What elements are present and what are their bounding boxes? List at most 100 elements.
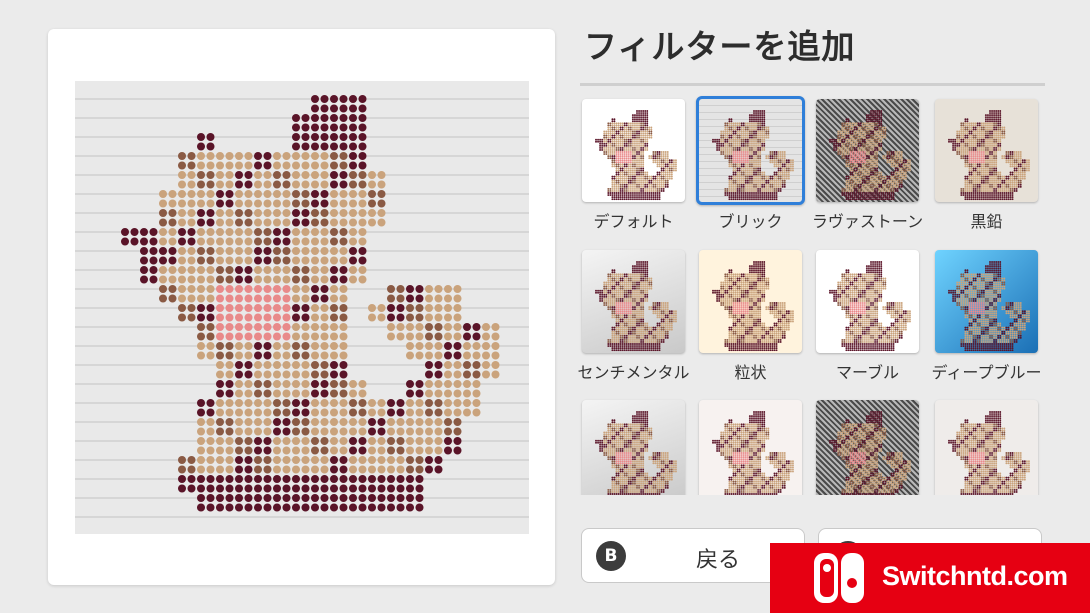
paw-dot xyxy=(759,144,762,147)
paw-dot xyxy=(880,196,883,199)
paw-dot xyxy=(892,198,895,201)
paw-dot xyxy=(634,142,636,145)
paw-dot xyxy=(839,149,842,151)
paw-dot xyxy=(718,144,721,147)
paw-dot xyxy=(872,187,874,190)
paw-dot xyxy=(748,177,751,180)
paw-dot xyxy=(263,199,272,208)
paw-dot xyxy=(997,116,1000,119)
paw-dot xyxy=(742,155,745,158)
paw-dot xyxy=(890,157,893,160)
filter-option-default[interactable]: デフォルト xyxy=(576,93,691,238)
paw-dot xyxy=(724,149,727,151)
paw-dot xyxy=(779,155,782,158)
paw-dot xyxy=(730,146,733,149)
paw-dot xyxy=(845,140,848,143)
paw-dot xyxy=(740,177,743,180)
paw-dot xyxy=(964,175,967,178)
paw-dot xyxy=(650,126,653,129)
paw-dot xyxy=(282,437,291,445)
paw-dot xyxy=(732,167,735,170)
paw-dot xyxy=(849,124,852,127)
paw-dot xyxy=(206,484,215,493)
paw-dot xyxy=(273,256,281,265)
paw-dot xyxy=(962,151,965,153)
paw-dot xyxy=(627,153,630,155)
paw-dot xyxy=(888,175,891,178)
paw-dot xyxy=(244,465,253,474)
paw-dot xyxy=(753,130,755,133)
paw-dot xyxy=(724,194,727,196)
paw-dot xyxy=(349,465,357,474)
paw-dot xyxy=(849,151,852,153)
paw-dot xyxy=(863,122,866,125)
paw-dot xyxy=(902,161,905,164)
paw-dot xyxy=(168,285,177,293)
paw-dot xyxy=(668,175,671,178)
paw-dot xyxy=(968,124,971,127)
paw-dot xyxy=(736,163,739,166)
paw-dot xyxy=(859,183,862,186)
paw-dot xyxy=(987,114,989,117)
filter-grid[interactable]: デフォルト ブリック ラヴァストーン 黒鉛 センチメンタル 粒状 マーブル ディープブルー xyxy=(576,93,1050,495)
paw-dot xyxy=(617,167,620,170)
filter-option-lava[interactable]: ラヴァストーン xyxy=(810,93,925,238)
paw-dot xyxy=(621,171,624,174)
paw-dot xyxy=(753,173,755,176)
paw-dot xyxy=(629,163,632,166)
paw-dot xyxy=(652,155,655,158)
paw-dot xyxy=(995,114,998,117)
paw-dot xyxy=(960,126,963,129)
paw-dot xyxy=(330,484,338,493)
paw-dot xyxy=(634,151,636,153)
paw-dot xyxy=(874,120,877,123)
filter-option-brick[interactable]: ブリック xyxy=(693,93,808,238)
paw-dot xyxy=(263,408,272,417)
paw-dot xyxy=(642,136,645,139)
paw-dot xyxy=(434,418,443,426)
paw-dot xyxy=(759,116,762,119)
paw-dot xyxy=(619,163,622,166)
paw-dot xyxy=(841,146,844,149)
paw-dot xyxy=(751,179,753,182)
filter-option-graphite[interactable]: 黒鉛 xyxy=(929,93,1044,238)
paw-dot xyxy=(952,140,955,143)
paw-dot xyxy=(855,190,858,192)
paw-dot xyxy=(859,177,862,180)
paw-dot xyxy=(898,161,901,164)
paw-dot xyxy=(1019,181,1022,184)
paw-dot xyxy=(623,165,626,168)
paw-dot xyxy=(966,183,969,186)
paw-dot xyxy=(358,247,367,255)
paw-dot xyxy=(636,196,638,199)
paw-dot xyxy=(1017,157,1020,160)
paw-dot xyxy=(206,399,215,407)
paw-dot xyxy=(415,484,424,493)
paw-dot xyxy=(853,146,856,149)
paw-dot xyxy=(847,179,850,182)
paw-dot xyxy=(716,140,719,143)
paw-dot xyxy=(755,161,757,164)
paw-dot xyxy=(472,361,481,369)
paw-dot xyxy=(972,134,975,137)
paw-dot xyxy=(863,149,866,151)
paw-dot xyxy=(627,126,630,129)
paw-dot xyxy=(753,132,755,135)
paw-dot xyxy=(761,144,764,147)
paw-dot xyxy=(894,169,897,172)
paw-dot xyxy=(425,361,433,369)
paw-dot xyxy=(149,266,158,274)
paw-dot xyxy=(787,161,790,164)
paw-dot xyxy=(1007,179,1010,182)
paw-dot xyxy=(755,198,757,201)
paw-dot xyxy=(995,171,998,174)
paw-dot xyxy=(845,161,848,164)
paw-dot xyxy=(301,228,310,236)
paw-dot xyxy=(358,275,367,284)
paw-dot xyxy=(740,153,743,155)
paw-dot xyxy=(339,313,348,322)
paw-dot xyxy=(627,146,630,149)
paw-dot xyxy=(785,159,788,162)
paw-dot xyxy=(773,159,776,162)
paw-dot xyxy=(761,177,764,180)
